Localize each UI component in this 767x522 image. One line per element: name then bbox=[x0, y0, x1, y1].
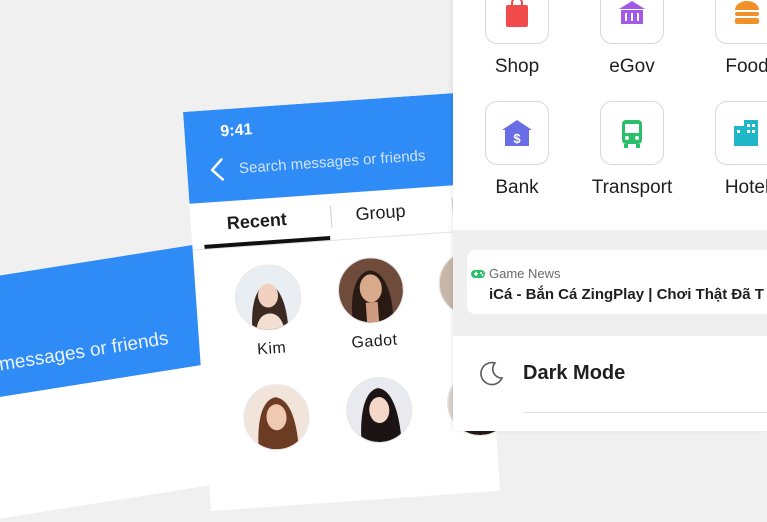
news-title: iCá - Bắn Cá ZingPlay | Chơi Thật Đã T bbox=[489, 286, 764, 303]
dark-mode-label: Dark Mode bbox=[523, 362, 626, 384]
shopping-bag-icon bbox=[485, 0, 549, 44]
burger-icon bbox=[715, 0, 767, 44]
gamepad-icon bbox=[471, 270, 485, 278]
search-input[interactable]: Search messages or friends bbox=[239, 147, 426, 177]
app-bank[interactable]: $ Bank bbox=[457, 101, 577, 199]
app-hotel[interactable]: Hotel bbox=[687, 101, 767, 199]
app-label: Transport bbox=[591, 177, 673, 198]
game-news-card[interactable]: Game News iCá - Bắn Cá ZingPlay | Chơi T… bbox=[467, 250, 767, 314]
avatar bbox=[232, 262, 304, 333]
contact-name: Gadot bbox=[350, 331, 399, 352]
app-label: Shop bbox=[494, 56, 540, 77]
app-shop[interactable]: Shop bbox=[457, 0, 577, 78]
active-tab-indicator bbox=[204, 236, 331, 249]
tab-group[interactable]: Group bbox=[355, 201, 406, 225]
svg-text:$: $ bbox=[513, 131, 521, 146]
news-tag: Game News bbox=[489, 266, 561, 281]
app-label: Hotel bbox=[724, 177, 767, 198]
contact-item[interactable]: Kim bbox=[226, 262, 312, 361]
bus-icon bbox=[600, 101, 664, 165]
app-food[interactable]: Food bbox=[687, 0, 767, 78]
app-label: eGov bbox=[609, 56, 655, 77]
hotel-icon bbox=[715, 101, 767, 165]
contact-name: Kim bbox=[256, 339, 287, 359]
background-search-text: messages or friends bbox=[0, 328, 170, 376]
app-label: Food bbox=[725, 56, 767, 77]
moon-icon bbox=[480, 361, 504, 386]
divider bbox=[523, 412, 767, 413]
app-transport[interactable]: Transport bbox=[572, 101, 692, 199]
avatar bbox=[344, 374, 415, 446]
back-arrow-icon[interactable] bbox=[208, 157, 226, 182]
bank-icon: $ bbox=[485, 101, 549, 165]
status-time: 9:41 bbox=[219, 121, 254, 141]
app-label: Bank bbox=[495, 177, 539, 198]
tab-recent[interactable]: Recent bbox=[226, 209, 287, 234]
contact-item[interactable] bbox=[337, 374, 421, 446]
dark-mode-row[interactable]: Dark Mode bbox=[453, 340, 767, 410]
tab-separator bbox=[329, 205, 333, 228]
utilities-phone-screen: Shop eGov Food $ Bank Transport Hotel Ga… bbox=[453, 0, 767, 431]
app-egov[interactable]: eGov bbox=[572, 0, 692, 78]
government-building-icon bbox=[600, 0, 664, 44]
avatar bbox=[335, 255, 407, 326]
contact-item[interactable]: Gadot bbox=[329, 255, 415, 354]
avatar bbox=[241, 381, 312, 453]
contact-item[interactable] bbox=[234, 381, 318, 453]
